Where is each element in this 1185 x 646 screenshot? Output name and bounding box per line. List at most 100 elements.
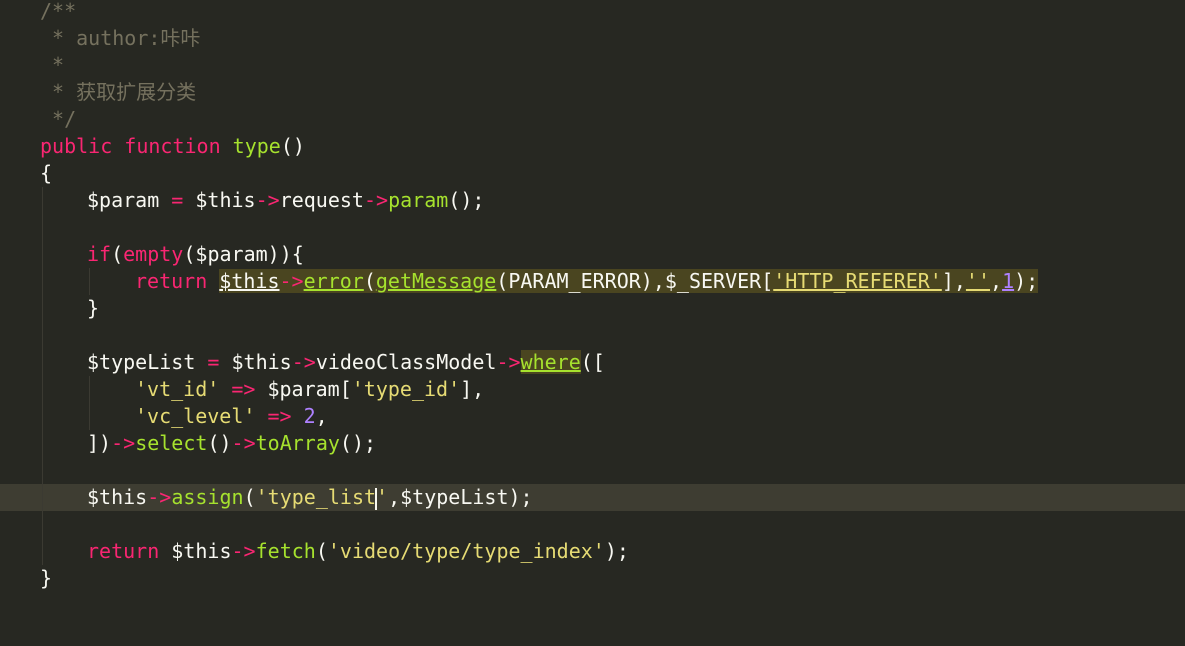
code-line[interactable]: * 获取扩展分类 xyxy=(0,79,1185,106)
indent-guide xyxy=(42,430,43,457)
indent-guide xyxy=(42,214,43,241)
variable-param: $param xyxy=(267,377,340,401)
current-line[interactable]: $this->assign('type_list',$typeList); xyxy=(0,484,1185,511)
call-end: ); xyxy=(604,539,629,563)
keyword-public: public xyxy=(40,134,113,158)
code-line[interactable]: return $this->fetch('video/type/type_ind… xyxy=(0,538,1185,565)
statement-select: ])->select()->toArray(); xyxy=(87,430,376,457)
string-template-path: 'video/type/type_index' xyxy=(327,539,605,563)
call-end: (); xyxy=(448,188,485,212)
code-line[interactable]: $typeList = $this->videoClassModel->wher… xyxy=(0,349,1185,376)
code-line[interactable]: { xyxy=(0,160,1185,187)
method-where: where xyxy=(520,350,581,374)
code-line[interactable]: public function type() xyxy=(0,133,1185,160)
indent-guide xyxy=(42,349,43,376)
paren-open: ( xyxy=(243,485,256,509)
statement-typelist: $typeList = $this->videoClassModel->wher… xyxy=(87,349,605,376)
variable-param: $param xyxy=(87,188,160,212)
bracket-close: ], xyxy=(941,269,966,293)
operator-arrow: => xyxy=(255,404,304,428)
arrow-operator: -> xyxy=(147,485,172,509)
operator-arrow: => xyxy=(219,377,268,401)
bracket-close: ], xyxy=(460,377,485,401)
function-signature: public function type() xyxy=(40,133,305,160)
statement-assign: $this->assign('type_list',$typeList); xyxy=(87,484,533,511)
function-getmessage: getMessage xyxy=(375,269,497,293)
arrow-operator: -> xyxy=(279,269,304,293)
indent-guide xyxy=(42,187,43,214)
doc-comment-blank: * xyxy=(40,53,65,77)
highlighted-expression: $this->error(getMessage(PARAM_ERROR),$_S… xyxy=(219,269,1039,293)
function-empty: empty xyxy=(123,242,184,266)
code-line[interactable]: 'vc_level' => 2, xyxy=(0,403,1185,430)
doc-comment-author: * author:咔咔 xyxy=(40,26,201,50)
statement-param: $param = $this->request->param(); xyxy=(87,187,484,214)
brace-close: } xyxy=(40,566,53,590)
variable-this: $this xyxy=(231,350,292,374)
string-quote: ' xyxy=(376,485,389,509)
code-line[interactable]: */ xyxy=(0,106,1185,133)
variable-this: $this xyxy=(195,188,256,212)
keyword-return: return xyxy=(135,269,208,293)
code-line[interactable]: * author:咔咔 xyxy=(0,25,1185,52)
indent-guide xyxy=(89,403,90,430)
brace-open: { xyxy=(40,161,53,185)
indent-guide xyxy=(42,322,43,349)
code-line[interactable]: return $this->error(getMessage(PARAM_ERR… xyxy=(0,268,1185,295)
arrow-operator: -> xyxy=(496,350,521,374)
code-line[interactable]: } xyxy=(0,295,1185,322)
call-end: ); xyxy=(1014,269,1039,293)
code-line[interactable]: /** xyxy=(0,0,1185,25)
operator-assign: = xyxy=(159,188,196,212)
method-toarray: toArray xyxy=(255,431,340,455)
indent-guide xyxy=(42,538,43,565)
paren-open: ( xyxy=(111,242,124,266)
indent-guide xyxy=(89,268,90,295)
indent-guide xyxy=(42,511,43,538)
indent-guide xyxy=(42,241,43,268)
indent-guide xyxy=(42,376,43,403)
argument-param-error: (PARAM_ERROR), xyxy=(496,269,665,293)
function-parens: () xyxy=(280,134,305,158)
statement-if: if(empty($param)){ xyxy=(87,241,304,268)
number-two: 2 xyxy=(303,404,316,428)
bracket-open: [ xyxy=(761,269,774,293)
call-end: (); xyxy=(339,431,377,455)
keyword-function: function xyxy=(124,134,221,158)
statement-return-error: return $this->error(getMessage(PARAM_ERR… xyxy=(135,268,1039,295)
method-select: select xyxy=(135,431,208,455)
comma: , xyxy=(990,269,1003,293)
code-line[interactable]: $param = $this->request->param(); xyxy=(0,187,1185,214)
array-entry-vc-level: 'vc_level' => 2, xyxy=(135,403,328,430)
code-line[interactable]: * xyxy=(0,52,1185,79)
code-line[interactable] xyxy=(0,322,1185,349)
code-line[interactable] xyxy=(0,457,1185,484)
indent-guide xyxy=(42,484,43,511)
variable-this: $this xyxy=(87,485,148,509)
indent-guide xyxy=(42,295,43,322)
code-line[interactable]: 'vt_id' => $param['type_id'], xyxy=(0,376,1185,403)
indent-guide xyxy=(42,403,43,430)
assign-args: ,$typeList); xyxy=(388,485,533,509)
code-line[interactable]: } xyxy=(0,565,1185,592)
arrow-operator: -> xyxy=(291,350,316,374)
paren-open: ( xyxy=(363,269,376,293)
array-entry-vt-id: 'vt_id' => $param['type_id'], xyxy=(135,376,484,403)
variable-this: $this xyxy=(219,269,280,293)
brace-close-if: } xyxy=(87,296,100,320)
code-line[interactable] xyxy=(0,511,1185,538)
code-editor[interactable]: /** * author:咔咔 * * 获取扩展分类 */ public fun… xyxy=(0,0,1185,616)
indent-guide xyxy=(42,268,43,295)
number-one: 1 xyxy=(1002,269,1015,293)
string-vc-level: 'vc_level' xyxy=(135,404,256,428)
operator-assign: = xyxy=(195,350,232,374)
code-line[interactable]: ])->select()->toArray(); xyxy=(0,430,1185,457)
code-line[interactable]: if(empty($param)){ xyxy=(0,241,1185,268)
doc-comment-close: */ xyxy=(40,107,77,131)
code-line[interactable] xyxy=(0,214,1185,241)
method-fetch: fetch xyxy=(255,539,316,563)
string-type-id: 'type_id' xyxy=(351,377,461,401)
variable-this: $this xyxy=(171,539,232,563)
method-error: error xyxy=(303,269,364,293)
doc-comment-description: * 获取扩展分类 xyxy=(40,80,197,104)
